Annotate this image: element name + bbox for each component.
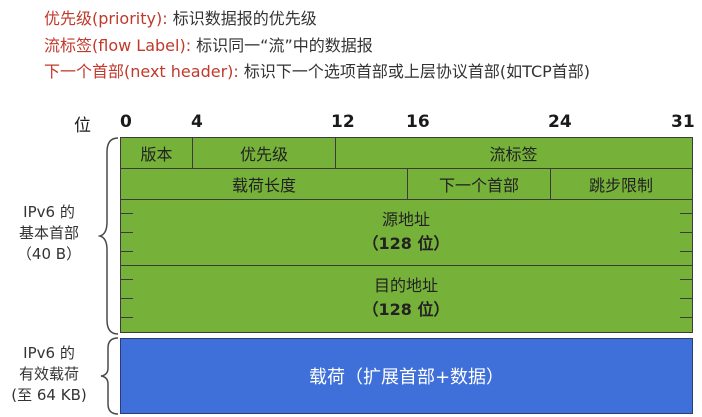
header-brace <box>98 137 119 335</box>
definition-term: 流标签(flow Label): <box>44 36 192 55</box>
bit-tick-12: 12 <box>331 112 355 132</box>
field-source-address: 源地址 （128 位） <box>121 199 691 265</box>
bit-tick-4: 4 <box>191 112 203 132</box>
definition-desc: 标识同一“流”中的数据报 <box>191 36 373 55</box>
definition-desc: 标识下一个选项首部或上层协议首部(如TCP首部) <box>238 62 591 81</box>
bit-tick-24: 24 <box>548 112 572 132</box>
definition-term: 优先级(priority): <box>44 9 168 28</box>
bit-tick-16: 16 <box>406 112 430 132</box>
header-label-line: IPv6 的 <box>23 203 75 221</box>
definition-term: 下一个首部(next header): <box>44 62 239 81</box>
tick-mark <box>680 279 692 280</box>
definition-desc: 标识数据报的优先级 <box>167 9 317 28</box>
tick-mark <box>680 317 692 318</box>
field-flow-label: 流标签 <box>489 145 538 164</box>
tick-mark <box>121 251 133 252</box>
bit-tick-0: 0 <box>120 112 132 132</box>
definition-priority: 优先级(priority): 标识数据报的优先级 <box>44 9 317 29</box>
source-address-size: （128 位） <box>362 234 450 253</box>
definition-flow-label: 流标签(flow Label): 标识同一“流”中的数据报 <box>44 36 373 56</box>
payload-label-line: 有效载荷 <box>18 365 79 383</box>
tick-mark <box>121 317 133 318</box>
definition-next-header: 下一个首部(next header): 标识下一个选项首部或上层协议首部(如TC… <box>44 62 590 82</box>
payload-label-line: (至 64 KB) <box>11 386 87 404</box>
bit-axis-label: 位 <box>74 116 91 136</box>
field-payload-length: 载荷长度 <box>121 168 408 199</box>
header-side-label: IPv6 的 基本首部 （40 B） <box>4 202 94 265</box>
tick-mark <box>121 279 133 280</box>
tick-mark <box>680 213 692 214</box>
destination-address-size: （128 位） <box>362 300 450 319</box>
payload-brace <box>100 337 119 415</box>
header-label-line: 基本首部 <box>18 224 79 242</box>
payload-label-line: IPv6 的 <box>23 344 75 362</box>
tick-mark <box>680 298 692 299</box>
tick-mark <box>680 232 692 233</box>
ipv6-header-diagram: 版本 优先级 流标签 载荷长度 下一个首部 跳步限制 源地址 （128 位） 目… <box>120 137 693 333</box>
tick-mark <box>121 213 133 214</box>
payload-block: 载荷（扩展首部+数据） <box>120 338 693 414</box>
tick-mark <box>121 232 133 233</box>
field-hop-limit: 跳步限制 <box>588 175 653 195</box>
field-version: 版本 <box>121 138 193 168</box>
source-address-label: 源地址 <box>381 210 430 229</box>
tick-mark <box>121 298 133 299</box>
destination-address-label: 目的地址 <box>373 276 438 295</box>
tick-mark <box>680 251 692 252</box>
bit-tick-31: 31 <box>671 112 695 132</box>
field-next-header: 下一个首部 <box>408 168 551 199</box>
payload-side-label: IPv6 的 有效载荷 (至 64 KB) <box>4 343 94 406</box>
field-destination-address: 目的地址 （128 位） <box>121 265 691 331</box>
field-priority: 优先级 <box>193 138 336 168</box>
header-label-line: （40 B） <box>16 245 82 263</box>
